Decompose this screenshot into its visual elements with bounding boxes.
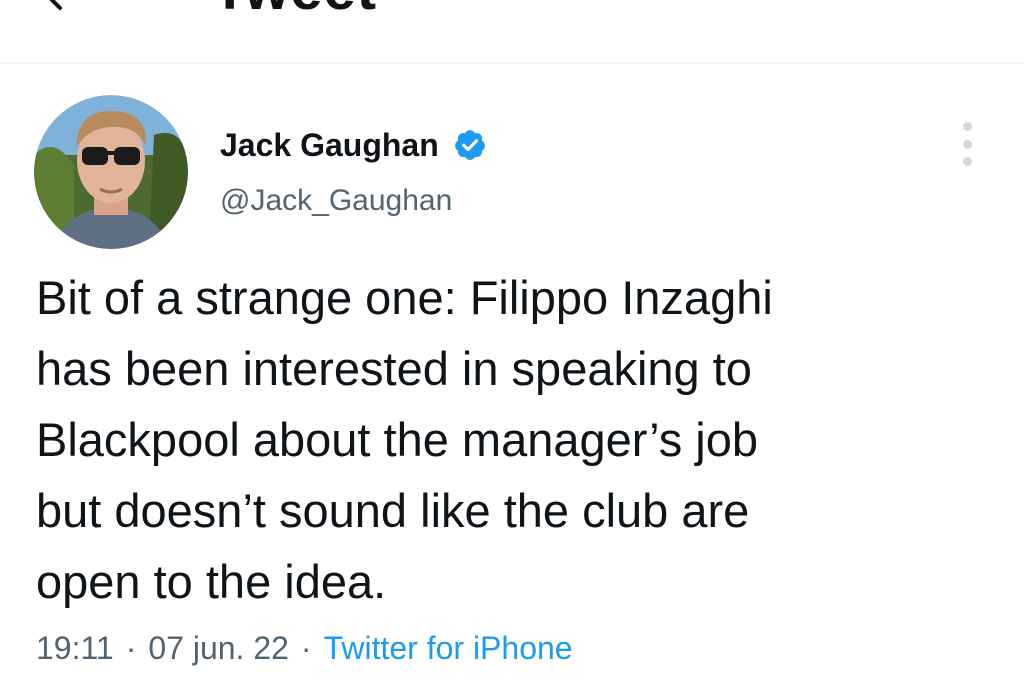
arrow-left-icon[interactable]	[40, 0, 80, 14]
meta-separator: ·	[125, 630, 137, 666]
meta-separator: ·	[300, 630, 312, 666]
tweet-date[interactable]: 07 jun. 22	[148, 630, 289, 667]
more-options-button[interactable]	[950, 122, 984, 166]
author-handle[interactable]: @Jack_Gaughan	[220, 184, 452, 218]
avatar[interactable]	[34, 95, 188, 249]
top-header: Tweet	[0, 0, 1024, 64]
tweet-source-link[interactable]: Twitter for iPhone	[324, 630, 573, 667]
more-vertical-icon	[962, 122, 972, 131]
verified-badge-icon	[454, 130, 485, 160]
page-title: Tweet	[212, 0, 377, 23]
tweet-text: Bit of a strange one: Filippo Inzaghi ha…	[36, 271, 773, 608]
tweet-meta: 19:11 · 07 jun. 22 · Twitter for iPhone	[36, 630, 573, 667]
tweet-time[interactable]: 19:11	[36, 630, 114, 667]
tweet-detail-page: Tweet	[0, 0, 1024, 680]
author-name[interactable]: Jack Gaughan	[220, 127, 439, 164]
author-name-row[interactable]: Jack Gaughan	[220, 124, 487, 166]
avatar-photo	[34, 95, 188, 249]
